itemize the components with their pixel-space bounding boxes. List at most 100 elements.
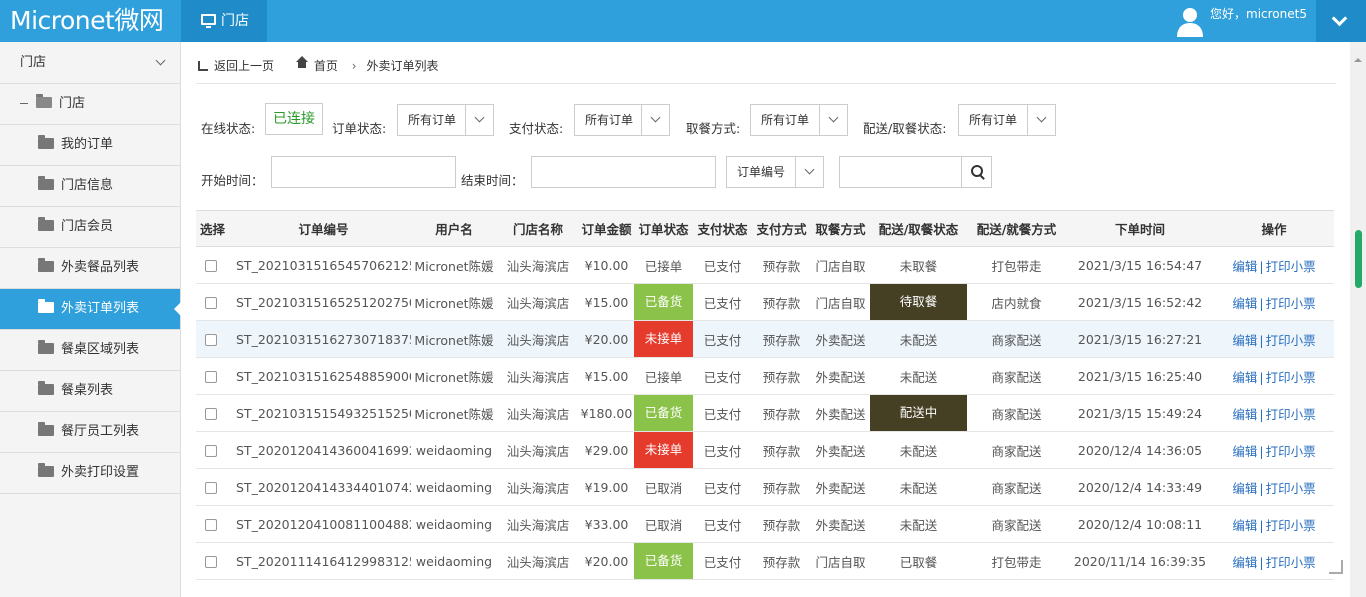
end-time-input[interactable]	[531, 156, 716, 188]
sidebar-item-table-areas[interactable]: 餐桌区域列表	[0, 330, 180, 371]
order-status-select[interactable]: 所有订单	[397, 104, 494, 136]
print-receipt-link[interactable]: 打印小票	[1266, 296, 1316, 311]
start-time-input[interactable]	[271, 156, 456, 188]
sidebar-item-my-orders[interactable]: 我的订单	[0, 125, 180, 166]
pickup-method-cell: 外卖配送	[811, 357, 870, 395]
row-select-cell	[196, 283, 236, 321]
order-time-cell: 2020/12/4 10:08:11	[1066, 505, 1214, 543]
sidebar-item-takeout-orders[interactable]: 外卖订单列表	[0, 289, 181, 330]
store-name-cell: 汕头海滨店	[497, 394, 579, 432]
table-row[interactable]: ST_20210315162730718375 Micronet陈媛 汕头海滨店 ¥2…	[196, 320, 1334, 358]
order-status-cell: 已备货	[634, 283, 693, 321]
username-cell: weidaoming	[411, 431, 497, 469]
chevron-down-icon	[819, 105, 847, 135]
scrollbar-thumb[interactable]	[1355, 230, 1362, 288]
main-content: 返回上一页 首页 › 外卖订单列表 在线状态: 已连接 订单状态: 所有订单 支付…	[196, 42, 1336, 597]
delivery-status-select[interactable]: 所有订单	[958, 104, 1056, 136]
sidebar-item-store-info[interactable]: 门店信息	[0, 166, 180, 207]
pickup-method-cell: 门店自取	[811, 283, 870, 321]
delivery-status-cell: 未配送	[870, 320, 967, 358]
delivery-status-cell: 待取餐	[870, 283, 967, 321]
edit-link[interactable]: 编辑	[1232, 296, 1257, 311]
edit-link[interactable]: 编辑	[1232, 259, 1257, 274]
print-receipt-link[interactable]: 打印小票	[1266, 518, 1316, 533]
folder-icon	[38, 135, 54, 149]
order-status-cell: 未接单	[634, 320, 693, 358]
monitor-icon	[201, 14, 216, 28]
link-separator: |	[1259, 332, 1264, 348]
sidebar-item-store-members[interactable]: 门店会员	[0, 207, 180, 248]
pay-method-cell: 预存款	[752, 431, 811, 469]
resize-grip-icon[interactable]	[1326, 557, 1344, 575]
print-receipt-link[interactable]: 打印小票	[1266, 259, 1316, 274]
brand-logo[interactable]: Micronet微网	[0, 0, 181, 42]
row-checkbox[interactable]	[205, 371, 217, 383]
sidebar-section-header[interactable]: 门店	[0, 42, 180, 84]
order-status-badge: 已取消	[644, 517, 683, 533]
actions-cell: 编辑 | 打印小票	[1214, 394, 1334, 432]
store-name-cell: 汕头海滨店	[497, 468, 579, 506]
sidebar-item-label: 外卖打印设置	[61, 465, 140, 480]
row-checkbox[interactable]	[205, 334, 217, 346]
store-name-cell: 汕头海滨店	[497, 357, 579, 395]
header-dropdown-toggle[interactable]	[1316, 0, 1366, 42]
print-receipt-link[interactable]: 打印小票	[1266, 444, 1316, 459]
edit-link[interactable]: 编辑	[1232, 407, 1257, 422]
table-row[interactable]: ST_20201204143344010742 weidaoming 汕头海滨店 ¥1…	[196, 468, 1334, 506]
print-receipt-link[interactable]: 打印小票	[1266, 407, 1316, 422]
order-time-cell: 2021/3/15 16:25:40	[1066, 357, 1214, 395]
table-row[interactable]: ST_20210315165457062125 Micronet陈媛 汕头海滨店 ¥1…	[196, 246, 1334, 284]
sidebar-group-store[interactable]: 门店	[0, 84, 180, 125]
row-checkbox[interactable]	[205, 556, 217, 568]
nav-store-tab[interactable]: 门店	[181, 0, 267, 42]
home-link[interactable]: 首页	[314, 43, 338, 89]
edit-link[interactable]: 编辑	[1232, 518, 1257, 533]
edit-link[interactable]: 编辑	[1232, 370, 1257, 385]
search-icon[interactable]	[961, 156, 992, 188]
sidebar-item-tables[interactable]: 餐桌列表	[0, 371, 180, 412]
pickup-method-cell: 外卖配送	[811, 431, 870, 469]
table-row[interactable]: ST_20201114164129983125 weidaoming 汕头海滨店 ¥2…	[196, 542, 1334, 580]
user-greeting[interactable]: 您好，micronet5	[1210, 5, 1307, 22]
row-select-cell	[196, 431, 236, 469]
search-field-select[interactable]: 订单编号	[726, 156, 824, 188]
user-avatar-icon[interactable]	[1174, 5, 1206, 37]
table-row[interactable]: ST_20210315154932515250 Micronet陈媛 汕头海滨店 ¥1…	[196, 394, 1334, 432]
row-checkbox[interactable]	[205, 482, 217, 494]
row-checkbox[interactable]	[205, 445, 217, 457]
folder-icon	[38, 422, 54, 436]
edit-link[interactable]: 编辑	[1232, 481, 1257, 496]
edit-link[interactable]: 编辑	[1232, 444, 1257, 459]
print-receipt-link[interactable]: 打印小票	[1266, 333, 1316, 348]
table-row[interactable]: ST_20201204143600416992 weidaoming 汕头海滨店 ¥2…	[196, 431, 1334, 469]
print-receipt-link[interactable]: 打印小票	[1266, 370, 1316, 385]
pay-status-cell: 已支付	[693, 542, 752, 580]
table-row[interactable]: ST_20210315165251202750 Micronet陈媛 汕头海滨店 ¥1…	[196, 283, 1334, 321]
sidebar-item-takeout-dishes[interactable]: 外卖餐品列表	[0, 248, 180, 289]
pay-method-cell: 预存款	[752, 320, 811, 358]
print-receipt-link[interactable]: 打印小票	[1266, 481, 1316, 496]
back-link[interactable]: 返回上一页	[214, 43, 274, 89]
table-row[interactable]: ST_20201204100811004882 weidaoming 汕头海滨店 ¥3…	[196, 505, 1334, 543]
sidebar-item-staff[interactable]: 餐厅员工列表	[0, 412, 180, 453]
row-checkbox[interactable]	[205, 519, 217, 531]
vertical-scrollbar[interactable]	[1350, 42, 1366, 597]
pay-status-select[interactable]: 所有订单	[574, 104, 670, 136]
edit-link[interactable]: 编辑	[1232, 555, 1257, 570]
pickup-method-select[interactable]: 所有订单	[750, 104, 848, 136]
print-receipt-link[interactable]: 打印小票	[1266, 555, 1316, 570]
actions-cell: 编辑 | 打印小票	[1214, 542, 1334, 580]
search-input[interactable]	[839, 156, 962, 188]
edit-link[interactable]: 编辑	[1232, 333, 1257, 348]
table-row[interactable]: ST_20210315162548859000 Micronet陈媛 汕头海滨店 ¥1…	[196, 357, 1334, 395]
row-checkbox[interactable]	[205, 297, 217, 309]
order-amount-cell: ¥33.00	[579, 505, 634, 543]
breadcrumb-current: 外卖订单列表	[366, 58, 439, 73]
scroll-up-icon[interactable]	[1354, 58, 1362, 62]
sidebar-item-print-settings[interactable]: 外卖打印设置	[0, 453, 180, 494]
delivery-status-badge: 配送中	[870, 395, 967, 431]
actions-cell: 编辑 | 打印小票	[1214, 246, 1334, 284]
row-checkbox[interactable]	[205, 260, 217, 272]
order-status-cell: 已取消	[634, 505, 693, 543]
row-checkbox[interactable]	[205, 408, 217, 420]
